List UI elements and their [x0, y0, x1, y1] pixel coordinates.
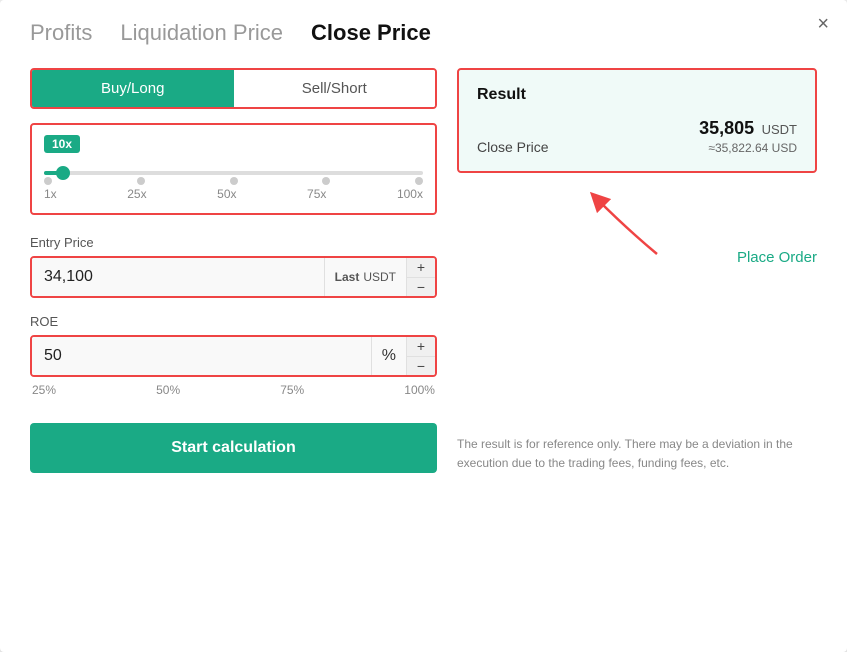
leverage-label-75x: 75x [307, 187, 326, 201]
slider-track [44, 171, 423, 175]
start-calculation-button[interactable]: Start calculation [30, 423, 437, 473]
entry-price-increment[interactable]: + [407, 258, 435, 278]
entry-price-stepper: + − [406, 258, 435, 296]
tab-close-price[interactable]: Close Price [311, 20, 431, 46]
slider-dot-5 [415, 177, 423, 185]
slider-dots [44, 177, 423, 185]
slider-thumb[interactable] [56, 166, 70, 180]
roe-quick-select: 25% 50% 75% 100% [30, 383, 437, 397]
result-key: Close Price [477, 139, 549, 155]
tabs: Profits Liquidation Price Close Price [30, 20, 817, 46]
leverage-badge: 10x [44, 135, 80, 153]
result-value-block: 35,805 USDT ≈35,822.64 USD [699, 118, 797, 155]
entry-price-input-row: Last USDT + − [30, 256, 437, 298]
roe-suffix-percent: % [382, 347, 396, 365]
slider-dot-4 [322, 177, 330, 185]
roe-quick-25[interactable]: 25% [32, 383, 56, 397]
arrow-area [457, 189, 817, 259]
result-box: Result Close Price 35,805 USDT ≈35,822.6… [457, 68, 817, 173]
main-content: Buy/Long Sell/Short 10x [30, 68, 817, 473]
entry-price-suffix-unit: USDT [363, 270, 396, 284]
roe-quick-50[interactable]: 50% [156, 383, 180, 397]
entry-price-input[interactable] [32, 258, 324, 296]
sell-short-button[interactable]: Sell/Short [234, 70, 436, 107]
leverage-section: 10x 1x [30, 123, 437, 215]
left-panel: Buy/Long Sell/Short 10x [30, 68, 437, 473]
roe-decrement[interactable]: − [407, 357, 435, 376]
tab-profits[interactable]: Profits [30, 20, 92, 46]
disclaimer: The result is for reference only. There … [457, 425, 817, 473]
roe-input-row: % + − [30, 335, 437, 377]
entry-price-suffix-last: Last [335, 270, 360, 284]
leverage-label-100x: 100x [397, 187, 423, 201]
roe-quick-75[interactable]: 75% [280, 383, 304, 397]
entry-price-decrement[interactable]: − [407, 278, 435, 297]
roe-stepper: + − [406, 337, 435, 375]
annotation-arrow [577, 189, 697, 259]
roe-quick-100[interactable]: 100% [404, 383, 435, 397]
result-value-line: 35,805 USDT [699, 118, 797, 139]
leverage-label-1x: 1x [44, 187, 57, 201]
result-unit: USDT [762, 122, 797, 137]
right-panel: Result Close Price 35,805 USDT ≈35,822.6… [457, 68, 817, 473]
leverage-label-50x: 50x [217, 187, 236, 201]
direction-toggle: Buy/Long Sell/Short [30, 68, 437, 109]
slider-labels: 1x 25x 50x 75x 100x [44, 187, 423, 201]
leverage-slider-container [44, 161, 423, 185]
tab-liquidation-price[interactable]: Liquidation Price [120, 20, 283, 46]
slider-dot-3 [230, 177, 238, 185]
entry-price-suffix: Last USDT [324, 258, 406, 296]
roe-input[interactable] [32, 337, 371, 375]
entry-price-group: Entry Price Last USDT + − [30, 235, 437, 298]
roe-suffix: % [371, 337, 406, 375]
leverage-label-25x: 25x [127, 187, 146, 201]
modal: × Profits Liquidation Price Close Price … [0, 0, 847, 652]
close-button[interactable]: × [817, 14, 829, 34]
buy-long-button[interactable]: Buy/Long [32, 70, 234, 107]
result-title: Result [477, 86, 797, 104]
slider-dot-2 [137, 177, 145, 185]
roe-label: ROE [30, 314, 437, 329]
result-row: Close Price 35,805 USDT ≈35,822.64 USD [477, 118, 797, 155]
result-value: 35,805 [699, 118, 754, 138]
slider-dot-1 [44, 177, 52, 185]
entry-price-label: Entry Price [30, 235, 437, 250]
roe-increment[interactable]: + [407, 337, 435, 357]
roe-group: ROE % + − 25% 50% 75% 100% [30, 314, 437, 397]
result-approx: ≈35,822.64 USD [699, 141, 797, 155]
